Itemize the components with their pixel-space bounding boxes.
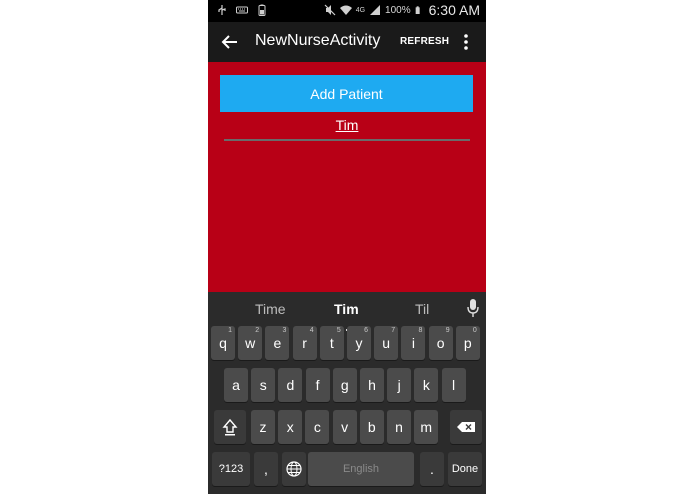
key-n[interactable]: n <box>387 410 411 444</box>
language-key[interactable] <box>282 452 306 486</box>
suggestion-more-dots <box>342 318 354 331</box>
key-number-hint: 7 <box>391 327 396 334</box>
key-h[interactable]: h <box>360 368 384 402</box>
wifi-icon <box>339 5 352 15</box>
battery-saver-icon <box>258 4 266 16</box>
space-key[interactable]: English <box>308 452 414 486</box>
status-left <box>216 4 268 16</box>
key-f[interactable]: f <box>305 368 330 402</box>
key-number-hint: 5 <box>336 327 341 334</box>
back-arrow-icon[interactable] <box>218 30 242 54</box>
key-d[interactable]: d <box>278 368 303 402</box>
input-underline <box>224 139 470 141</box>
usb-icon <box>218 5 226 15</box>
key-p[interactable]: p0 <box>455 326 480 360</box>
key-w[interactable]: w2 <box>238 326 263 360</box>
comma-key[interactable]: , <box>254 452 278 486</box>
overflow-menu-icon[interactable] <box>461 32 471 52</box>
suggestion-center[interactable]: Tim <box>334 301 359 317</box>
mute-icon <box>324 4 336 16</box>
key-number-hint: 8 <box>418 327 423 334</box>
key-b[interactable]: b <box>359 410 384 444</box>
key-v[interactable]: v <box>332 410 357 444</box>
page-title: NewNurseActivity <box>255 32 381 49</box>
microphone-icon[interactable] <box>466 298 480 318</box>
battery-percent: 100% <box>385 4 411 16</box>
key-y[interactable]: y6 <box>347 326 371 360</box>
network-type: 4G <box>355 6 366 14</box>
status-right: 4G 100% 6:30 AM <box>324 2 480 18</box>
soft-keyboard: Time Tim Til ?123 , English . Done q1w2e… <box>208 292 486 494</box>
key-l[interactable]: l <box>441 368 466 402</box>
key-j[interactable]: j <box>387 368 412 402</box>
symbols-key[interactable]: ?123 <box>212 452 250 486</box>
key-number-hint: 6 <box>364 327 368 334</box>
key-number-hint: 1 <box>228 327 232 334</box>
shift-key[interactable] <box>214 410 246 444</box>
key-number-hint: 2 <box>255 327 260 334</box>
done-key[interactable]: Done <box>448 452 482 486</box>
key-a[interactable]: a <box>224 368 248 402</box>
key-number-hint: 9 <box>445 327 450 334</box>
period-key[interactable]: . <box>420 452 444 486</box>
key-i[interactable]: i8 <box>401 326 426 360</box>
key-q[interactable]: q1 <box>211 326 235 360</box>
key-m[interactable]: m <box>414 410 439 444</box>
shift-icon <box>222 418 238 436</box>
battery-icon <box>415 6 420 14</box>
suggestion-right[interactable]: Til <box>415 301 429 317</box>
refresh-button[interactable]: REFRESH <box>400 36 449 47</box>
key-z[interactable]: z <box>251 410 275 444</box>
key-u[interactable]: u7 <box>374 326 399 360</box>
key-number-hint: 0 <box>472 327 477 334</box>
key-number-hint: 3 <box>282 327 287 334</box>
key-number-hint: 4 <box>309 327 314 334</box>
suggestion-strip: Time Tim Til <box>208 292 486 331</box>
key-c[interactable]: c <box>305 410 330 444</box>
content-area: Add Patient Tim <box>208 62 486 292</box>
suggestion-left[interactable]: Time <box>255 301 286 317</box>
signal-icon <box>370 5 381 15</box>
globe-icon <box>286 461 302 477</box>
key-g[interactable]: g <box>332 368 357 402</box>
patient-name-input[interactable]: Tim <box>224 117 470 141</box>
backspace-icon <box>457 422 475 432</box>
key-s[interactable]: s <box>251 368 276 402</box>
status-bar: 4G 100% 6:30 AM <box>208 0 486 22</box>
key-o[interactable]: o9 <box>428 326 453 360</box>
phone-screen: 4G 100% 6:30 AM NewNurseActivity REFRESH… <box>208 0 486 494</box>
key-r[interactable]: r4 <box>292 326 317 360</box>
clock: 6:30 AM <box>428 2 480 18</box>
action-bar: NewNurseActivity REFRESH <box>208 22 486 62</box>
add-patient-button[interactable]: Add Patient <box>220 75 473 112</box>
key-e[interactable]: e3 <box>265 326 290 360</box>
key-x[interactable]: x <box>278 410 303 444</box>
key-t[interactable]: t5 <box>319 326 344 360</box>
keyboard-icon <box>236 6 248 14</box>
key-k[interactable]: k <box>414 368 439 402</box>
backspace-key[interactable] <box>450 410 482 444</box>
